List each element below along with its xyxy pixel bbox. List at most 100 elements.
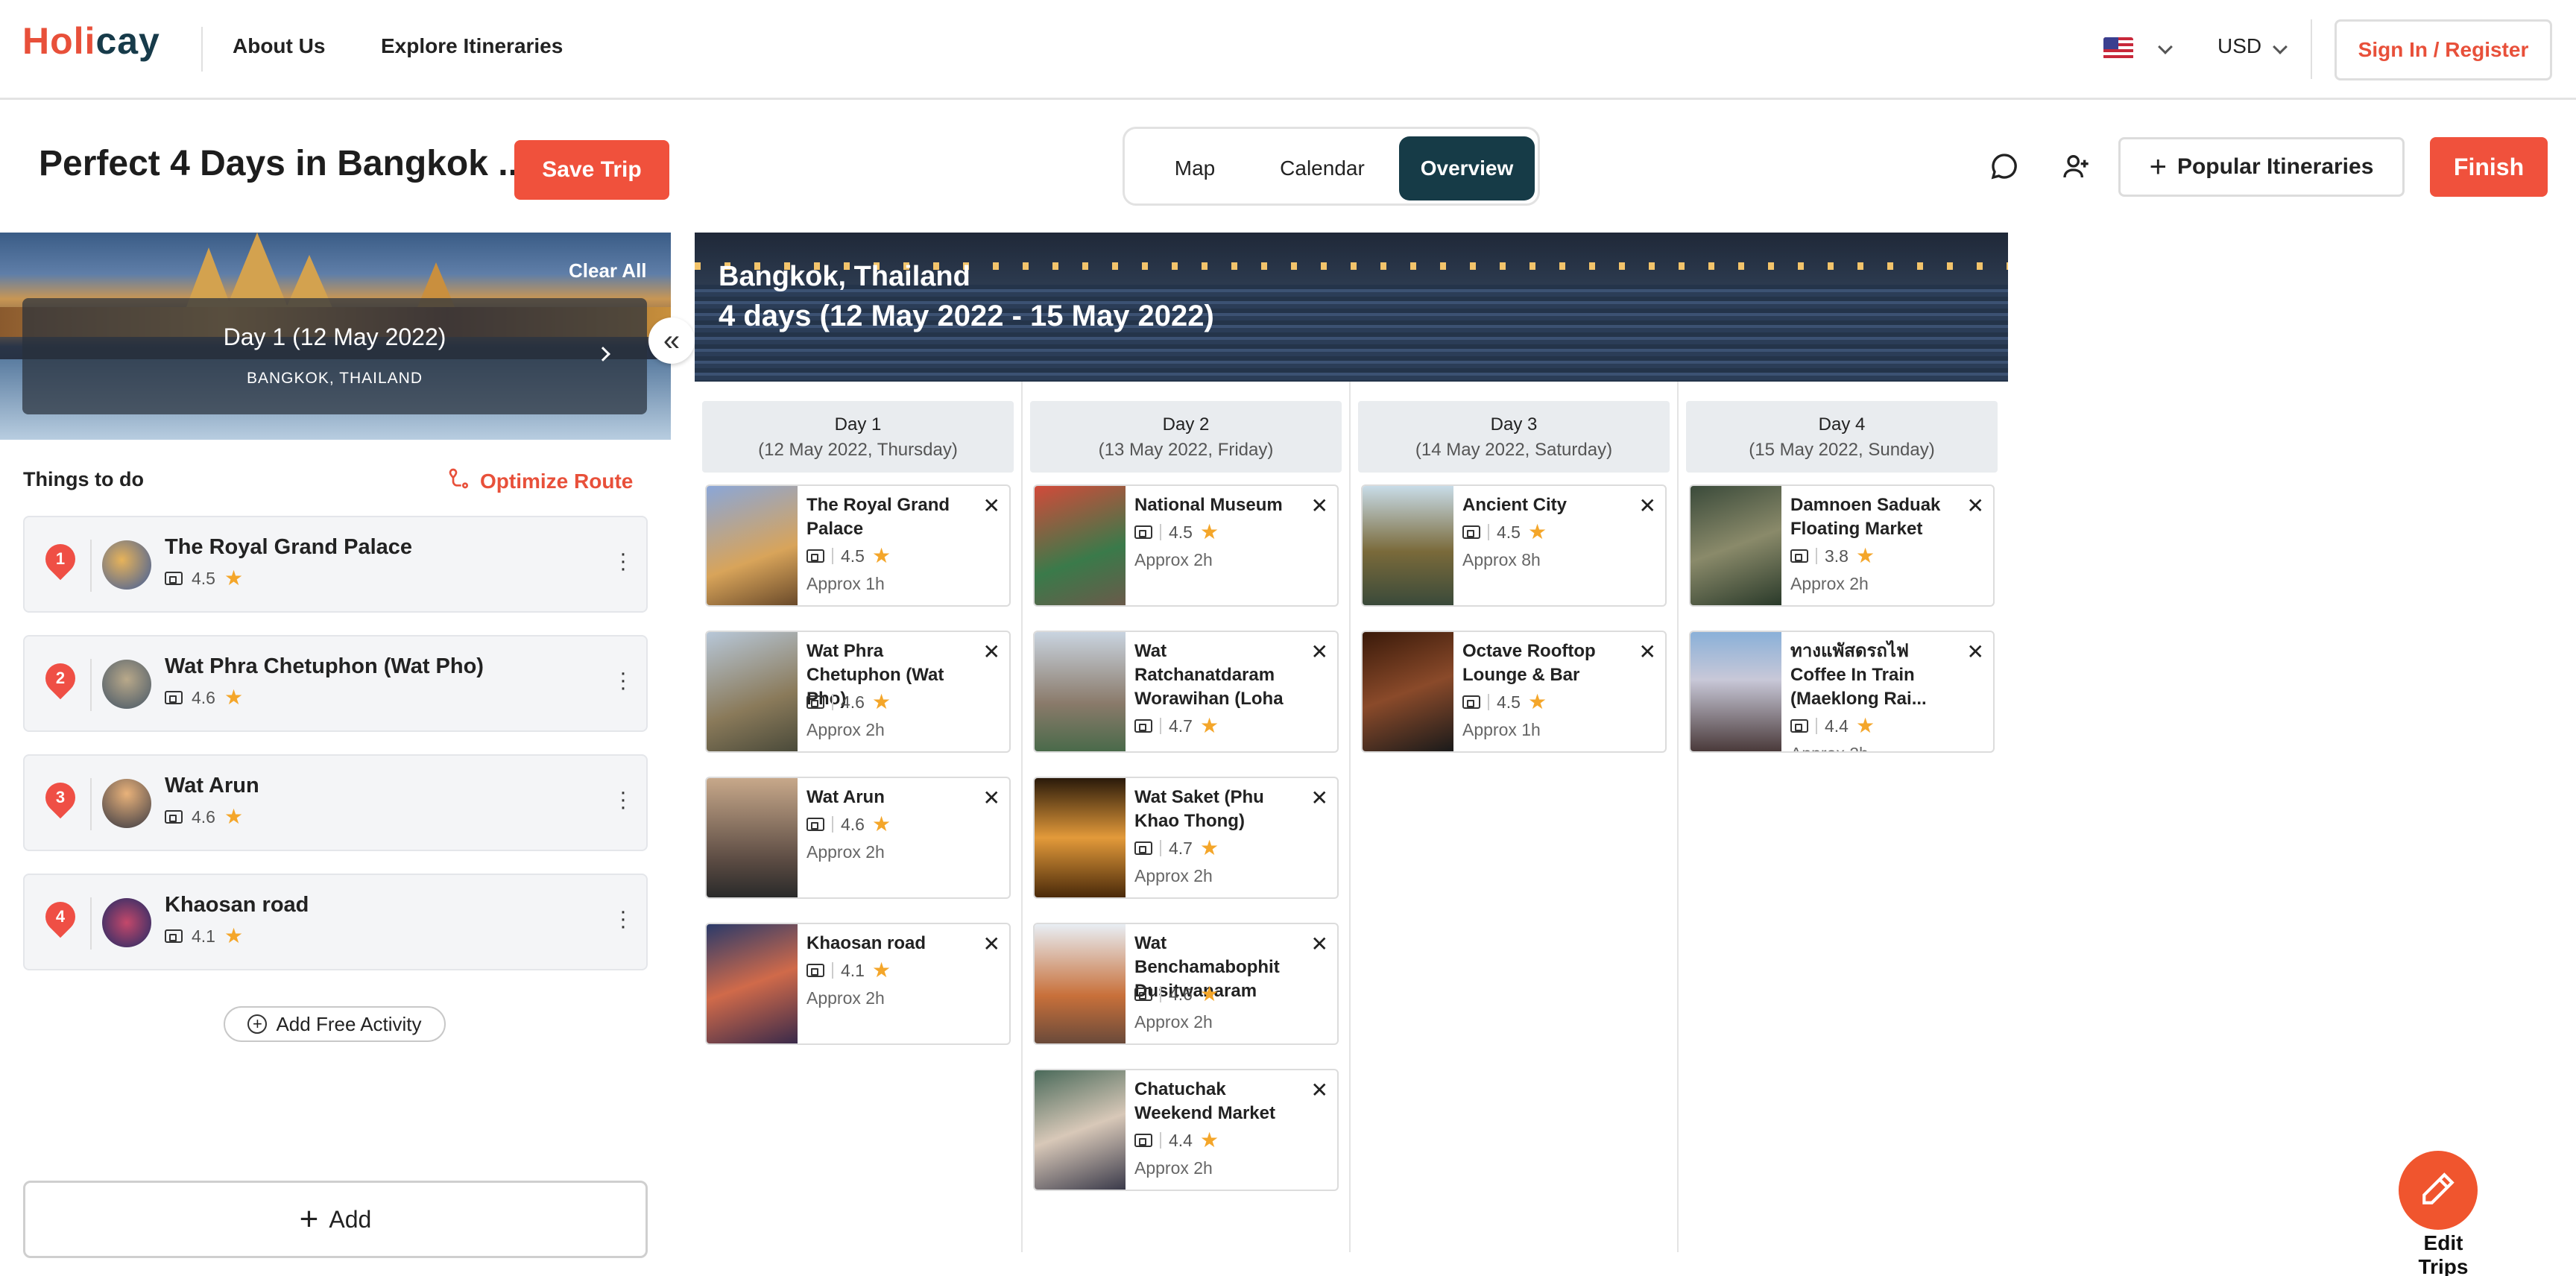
add-button[interactable]: + Add	[23, 1181, 648, 1258]
day-header-title: Day 4	[1818, 414, 1866, 435]
clear-all-button[interactable]: Clear All	[569, 259, 647, 282]
close-icon[interactable]: ✕	[983, 639, 1000, 664]
ticket-icon	[1134, 841, 1152, 855]
chevron-down-icon[interactable]	[2273, 40, 2288, 54]
itinerary-card-rating: 4.5	[1497, 522, 1521, 542]
holicay-logo[interactable]: Holicay	[22, 19, 160, 63]
itinerary-card-image	[1690, 632, 1781, 751]
activity-thumbnail	[102, 660, 151, 709]
optimize-route-button[interactable]: Optimize Route	[447, 467, 633, 496]
itinerary-card[interactable]: Wat Arun ✕ 4.6 ★ Approx 2h	[705, 777, 1011, 899]
popular-itineraries-button[interactable]: + Popular Itineraries	[2118, 137, 2405, 197]
ticket-icon	[806, 964, 824, 977]
close-icon[interactable]: ✕	[983, 786, 1000, 810]
activity-item[interactable]: 4 Khaosan road 4.1 ★ · · ·	[23, 874, 648, 970]
close-icon[interactable]: ✕	[1311, 932, 1328, 956]
column-divider	[1677, 382, 1679, 1252]
itinerary-card-image	[1035, 1070, 1126, 1190]
itinerary-card-image	[707, 778, 798, 897]
activity-rating: 4.1	[192, 926, 215, 946]
logo-text-holi: Holi	[22, 20, 96, 62]
tab-overview[interactable]: Overview	[1399, 136, 1535, 200]
currency-selector[interactable]: USD	[2217, 34, 2261, 58]
ticket-icon	[1462, 695, 1480, 709]
activity-item[interactable]: 3 Wat Arun 4.6 ★ · · ·	[23, 754, 648, 851]
tab-calendar[interactable]: Calendar	[1259, 136, 1386, 200]
ticket-icon	[1134, 525, 1152, 539]
chevron-down-icon[interactable]	[2158, 40, 2173, 54]
close-icon[interactable]: ✕	[983, 932, 1000, 956]
ticket-icon	[1462, 525, 1480, 539]
trip-date-range: 4 days (12 May 2022 - 15 May 2022)	[719, 300, 1214, 332]
double-chevron-left-icon[interactable]: «	[648, 318, 695, 364]
more-vertical-icon[interactable]: · · ·	[619, 543, 627, 580]
trip-title[interactable]: Perfect 4 Days in Bangkok ...	[39, 143, 528, 184]
itinerary-card[interactable]: Octave Rooftop Lounge & Bar ✕ 4.5 ★ Approx 1…	[1361, 631, 1667, 753]
activity-thumbnail	[102, 779, 151, 828]
close-icon[interactable]: ✕	[1311, 493, 1328, 518]
save-trip-button[interactable]: Save Trip	[514, 140, 669, 200]
activity-name: Wat Arun	[165, 774, 259, 798]
itinerary-card-rating: 4.6	[841, 692, 865, 712]
us-flag-icon[interactable]	[2103, 37, 2133, 60]
day-city: BANGKOK, THAILAND	[246, 370, 423, 387]
close-icon[interactable]: ✕	[983, 493, 1000, 518]
itinerary-card[interactable]: ทางแพัสดรถไฟ Coffee In Train (Maeklong R…	[1689, 631, 1995, 753]
itinerary-card[interactable]: The Royal Grand Palace ✕ 4.5 ★ Approx 1h	[705, 484, 1011, 607]
add-user-icon[interactable]	[2057, 148, 2094, 185]
day-header-date: (15 May 2022, Sunday)	[1749, 440, 1935, 460]
pencil-icon	[2419, 1170, 2457, 1211]
optimize-route-label: Optimize Route	[480, 469, 634, 493]
itinerary-card[interactable]: Chatuchak Weekend Market ✕ 4.4 ★ Approx 2h	[1033, 1069, 1339, 1191]
itinerary-card-rating: 4.5	[1169, 522, 1193, 542]
itinerary-card[interactable]: Wat Saket (Phu Khao Thong) ✕ 4.7 ★ Approx 2h	[1033, 777, 1339, 899]
day-header-date: (13 May 2022, Friday)	[1098, 440, 1274, 460]
itinerary-card-duration: Approx 8h	[1462, 550, 1541, 569]
more-vertical-icon[interactable]: · · ·	[619, 781, 627, 818]
activity-item[interactable]: 2 Wat Phra Chetuphon (Wat Pho) 4.6 ★ · · ·	[23, 635, 648, 732]
add-free-activity-button[interactable]: + Add Free Activity	[224, 1006, 446, 1042]
close-icon[interactable]: ✕	[1311, 639, 1328, 664]
itinerary-card[interactable]: Wat Phra Chetuphon (Wat Pho) ✕ 4.6 ★ Approx …	[705, 631, 1011, 753]
activity-rating: 4.6	[192, 687, 215, 707]
itinerary-card-name: Ancient City	[1462, 495, 1568, 515]
activity-number: 1	[55, 549, 66, 568]
itinerary-card-image	[1035, 924, 1126, 1043]
itinerary-card[interactable]: Ancient City ✕ 4.5 ★ Approx 8h	[1361, 484, 1667, 607]
nav-explore-itineraries[interactable]: Explore Itineraries	[381, 34, 563, 58]
close-icon[interactable]: ✕	[1639, 493, 1656, 518]
view-switcher: Map Calendar Overview	[1123, 127, 1540, 206]
tab-map[interactable]: Map	[1132, 136, 1257, 200]
itinerary-card[interactable]: Khaosan road ✕ 4.1 ★ Approx 2h	[705, 923, 1011, 1045]
day-header-date: (12 May 2022, Thursday)	[758, 440, 958, 460]
finish-button[interactable]: Finish	[2430, 137, 2548, 197]
more-vertical-icon[interactable]: · · ·	[619, 662, 627, 699]
itinerary-card[interactable]: Wat Ratchanatdaram Worawihan (Loha Prasa…	[1033, 631, 1339, 753]
itinerary-card[interactable]: National Museum ✕ 4.5 ★ Approx 2h	[1033, 484, 1339, 607]
ticket-icon	[165, 810, 183, 824]
activity-item[interactable]: 1 The Royal Grand Palace 4.5 ★ · · ·	[23, 516, 648, 613]
itinerary-card-rating: 4.7	[1169, 838, 1193, 858]
nav-about-us[interactable]: About Us	[233, 34, 325, 58]
sign-in-register-button[interactable]: Sign In / Register	[2334, 19, 2552, 80]
itinerary-card-name: ทางแพัสดรถไฟ Coffee In Train (Maeklong R…	[1790, 641, 1927, 709]
chat-icon[interactable]	[1986, 148, 2023, 185]
itinerary-card[interactable]: Damnoen Saduak Floating Market ✕ 3.8 ★ Appro…	[1689, 484, 1995, 607]
close-icon[interactable]: ✕	[1639, 639, 1656, 664]
close-icon[interactable]: ✕	[1967, 639, 1984, 664]
close-icon[interactable]: ✕	[1311, 1078, 1328, 1102]
divider	[90, 778, 92, 830]
close-icon[interactable]: ✕	[1311, 786, 1328, 810]
route-icon	[447, 467, 471, 496]
popular-itineraries-label: Popular Itineraries	[2176, 154, 2374, 179]
close-icon[interactable]: ✕	[1967, 493, 1984, 518]
itinerary-card[interactable]: Wat Benchamabophit Dusitwanaram ✕ 4.6 ★ Appr…	[1033, 923, 1339, 1045]
day-header: Day 4 (15 May 2022, Sunday)	[1686, 401, 1998, 473]
more-vertical-icon[interactable]: · · ·	[619, 900, 627, 938]
things-to-do-label: Things to do	[23, 468, 144, 490]
ticket-icon	[165, 572, 183, 585]
ticket-icon	[1134, 1134, 1152, 1147]
itinerary-card-image	[1035, 778, 1126, 897]
trip-location: Bangkok, Thailand	[719, 261, 970, 292]
edit-trips-button[interactable]	[2399, 1151, 2478, 1230]
